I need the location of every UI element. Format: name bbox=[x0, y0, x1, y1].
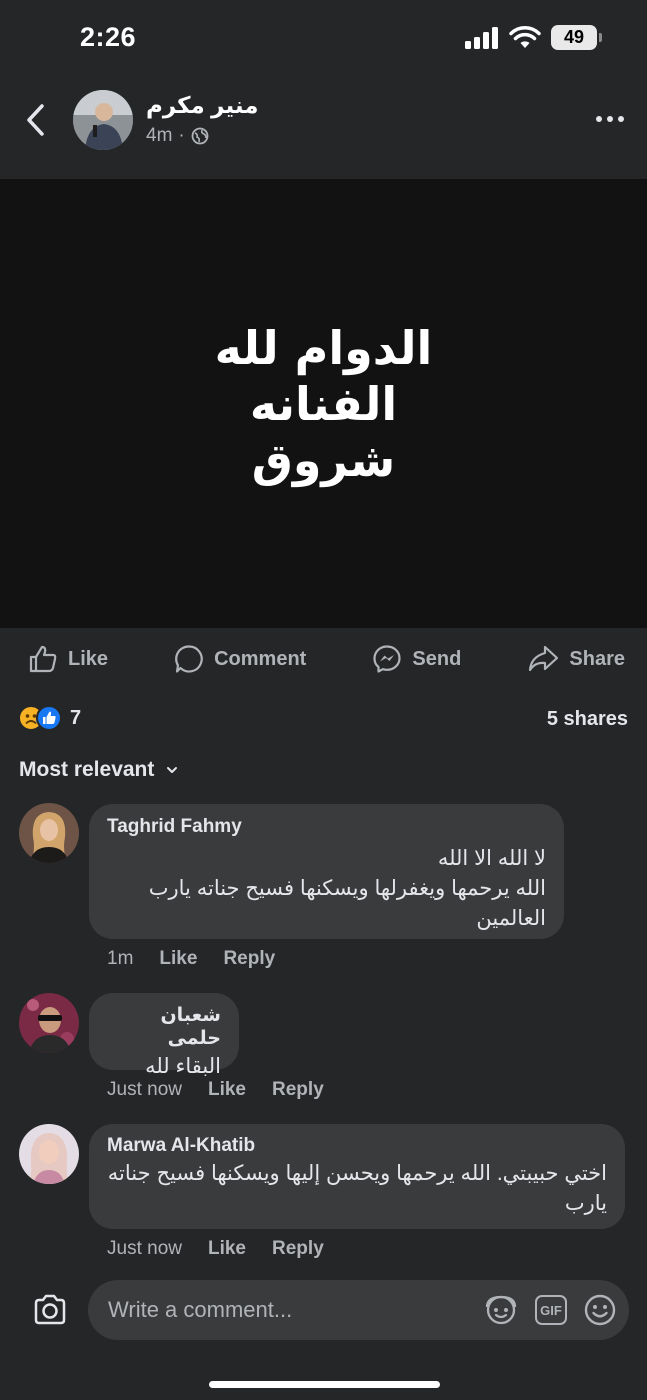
comment-text: البقاء لله bbox=[145, 1055, 221, 1078]
thumbs-up-icon bbox=[29, 645, 57, 673]
comment-time: 1m bbox=[107, 948, 134, 969]
poster-name[interactable]: منير مكرم bbox=[146, 92, 259, 119]
post-meta: 4m · bbox=[146, 125, 209, 147]
battery-icon: 49 bbox=[551, 25, 602, 50]
comment-label: Comment bbox=[214, 647, 307, 670]
comment-reply-button[interactable]: Reply bbox=[272, 1079, 324, 1101]
comment-bubble[interactable]: Marwa Al-Khatib اختي حبيبتي. الله يرحمها… bbox=[89, 1124, 625, 1229]
reaction-count: 7 bbox=[70, 706, 82, 729]
comment-time: Just now bbox=[107, 1238, 182, 1259]
send-label: Send bbox=[412, 647, 462, 670]
comment-text: اختي حبيبتي. الله يرحمها ويحسن إليها ويس… bbox=[107, 1162, 607, 1215]
commenter-avatar[interactable] bbox=[19, 1124, 79, 1184]
commenter-name[interactable]: Marwa Al-Khatib bbox=[107, 1135, 607, 1157]
comment-like-button[interactable]: Like bbox=[208, 1238, 246, 1260]
share-arrow-icon bbox=[529, 645, 559, 672]
sort-label: Most relevant bbox=[19, 758, 155, 781]
comment-reply-button[interactable]: Reply bbox=[272, 1238, 324, 1260]
status-icons: 49 bbox=[465, 25, 602, 50]
like-label: Like bbox=[68, 647, 109, 670]
reaction-summary[interactable]: 7 bbox=[18, 705, 81, 731]
comment-composer[interactable]: GIF bbox=[88, 1280, 629, 1340]
home-indicator[interactable] bbox=[209, 1381, 440, 1388]
share-count[interactable]: 5 shares bbox=[547, 708, 628, 731]
post-actions: Like Comment Send Share bbox=[0, 637, 647, 681]
avatar-photo bbox=[19, 993, 79, 1053]
status-time: 2:26 bbox=[80, 22, 137, 52]
avatar-photo bbox=[19, 1124, 79, 1184]
post-time: 4m bbox=[146, 125, 173, 146]
comment-time: Just now bbox=[107, 1079, 182, 1100]
commenter-name[interactable]: Taghrid Fahmy bbox=[107, 816, 546, 838]
meta-separator: · bbox=[178, 125, 185, 146]
battery-level: 49 bbox=[563, 27, 585, 47]
post-image[interactable]: الدوام لله الفنانه شروق bbox=[0, 179, 647, 628]
comment-input[interactable] bbox=[108, 1297, 483, 1323]
emoji-icon[interactable] bbox=[583, 1293, 617, 1327]
commenter-name[interactable]: شعبان حلمى bbox=[107, 1004, 221, 1050]
comment-reply-button[interactable]: Reply bbox=[223, 948, 275, 970]
comment-button[interactable]: Comment bbox=[174, 637, 306, 681]
share-button[interactable]: Share bbox=[527, 637, 625, 681]
commenter-avatar[interactable] bbox=[19, 803, 79, 863]
comment-meta: Just now Like Reply bbox=[107, 1079, 324, 1101]
avatar-photo bbox=[19, 803, 79, 863]
camera-button[interactable] bbox=[32, 1292, 68, 1328]
poster-avatar[interactable] bbox=[73, 90, 133, 150]
comment-meta: Just now Like Reply bbox=[107, 1238, 324, 1260]
comment-bubble[interactable]: شعبان حلمى البقاء لله bbox=[89, 993, 239, 1078]
comment-bubble-icon bbox=[175, 645, 203, 673]
comment-like-button[interactable]: Like bbox=[159, 948, 197, 970]
reaction-icons bbox=[18, 705, 62, 731]
comment-text: لا الله الا الله الله يرحمها ويغفرلها وي… bbox=[148, 847, 546, 930]
composer-tools: GIF bbox=[483, 1293, 617, 1327]
dot-icon bbox=[618, 116, 624, 122]
back-button[interactable] bbox=[20, 100, 52, 140]
dot-icon bbox=[607, 116, 613, 122]
gif-icon[interactable]: GIF bbox=[535, 1295, 567, 1325]
send-button[interactable]: Send bbox=[372, 637, 461, 681]
wifi-icon bbox=[509, 25, 541, 48]
chevron-down-icon bbox=[167, 767, 178, 773]
avatar-photo bbox=[73, 90, 133, 150]
chevron-left-icon bbox=[27, 104, 44, 136]
comment-meta: 1m Like Reply bbox=[107, 948, 275, 970]
signal-icon bbox=[465, 26, 498, 49]
camera-icon bbox=[34, 1294, 66, 1325]
avatar-sticker-icon[interactable] bbox=[483, 1293, 519, 1327]
globe-icon bbox=[191, 127, 209, 145]
like-button[interactable]: Like bbox=[28, 637, 108, 681]
comment-like-button[interactable]: Like bbox=[208, 1079, 246, 1101]
commenter-avatar[interactable] bbox=[19, 993, 79, 1053]
comment-sort-dropdown[interactable]: Most relevant bbox=[19, 758, 178, 782]
comment-bubble[interactable]: Taghrid Fahmy لا الله الا الله الله يرحم… bbox=[89, 804, 564, 939]
more-options-button[interactable] bbox=[593, 106, 627, 132]
post-image-text: الدوام لله الفنانه شروق bbox=[214, 320, 433, 487]
dot-icon bbox=[596, 116, 602, 122]
share-label: Share bbox=[569, 647, 625, 670]
messenger-icon bbox=[373, 645, 402, 673]
like-reaction-icon bbox=[36, 705, 62, 731]
